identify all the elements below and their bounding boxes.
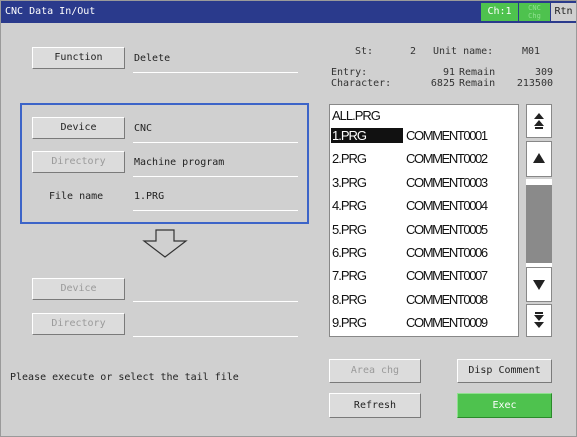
disp-comment-button[interactable]: Disp Comment [457,359,552,383]
file-comment-cell: COMMENT0006 [406,245,488,260]
file-comment-cell: COMMENT0007 [406,268,488,284]
file-comment-cell: COMMENT0004 [406,198,488,214]
source-directory-underline [133,176,298,177]
entry-remain-value: 309 [534,67,553,78]
file-name-cell: 1.PRG [331,128,403,143]
function-underline [133,72,298,73]
file-name-cell: 9.PRG [332,315,367,331]
file-comment-cell: COMMENT0003 [406,174,488,190]
up-arrow-icon [533,153,545,163]
file-comment-cell: COMMENT0002 [406,151,488,167]
scroll-thumb[interactable] [526,185,552,263]
scroll-page-up-button[interactable] [526,104,552,138]
source-directory-button[interactable]: Directory [32,151,125,173]
title-bar: CNC Data In/Out Ch:1 CNC Chg Rtn [1,1,576,23]
file-list-row[interactable]: 2.PRG COMMENT0002 [330,149,518,169]
entry-value: 91 [442,67,455,78]
unit-name-label: Unit name: [433,46,494,57]
st-label: St: [355,46,374,57]
file-list-row[interactable]: 3.PRG COMMENT0003 [330,173,518,193]
file-name-cell: 7.PRG [332,268,367,284]
source-device-value: CNC [134,123,153,134]
file-comment-cell: COMMENT0008 [406,291,488,307]
function-value: Delete [134,53,171,64]
file-name-cell: 2.PRG [332,151,367,167]
cnc-data-in-out-screen: CNC Data In/Out Ch:1 CNC Chg Rtn Functio… [0,0,577,437]
return-button[interactable]: Rtn [551,3,576,21]
scroll-up-button[interactable] [526,141,552,177]
file-list-row[interactable]: 6.PRG COMMENT0006 [330,243,518,263]
file-name-cell: 6.PRG [332,245,367,260]
exec-button[interactable]: Exec [457,393,552,418]
channel-button[interactable]: Ch:1 [481,3,518,21]
cnc-chg-line1: CNC [528,4,541,12]
character-value: 6825 [430,78,455,89]
file-list-row[interactable]: 7.PRG COMMENT0007 [330,266,518,286]
file-name-underline [133,210,298,211]
area-chg-button[interactable]: Area chg [329,359,421,383]
cnc-chg-line2: Chg [528,12,541,20]
dest-device-underline [133,301,298,302]
double-down-arrow-icon [534,312,544,328]
source-device-button[interactable]: Device [32,117,125,139]
file-list[interactable]: ALL.PRG 1.PRG COMMENT0001 2.PRG COMMENT0002… [329,104,519,337]
character-remain-label: Remain [459,78,496,89]
file-comment-cell: COMMENT0005 [406,221,488,237]
st-value: 2 [410,46,417,57]
file-list-row[interactable]: 9.PRG COMMENT0009 [330,313,518,333]
scroll-page-down-button[interactable] [526,304,552,337]
file-name-cell: 4.PRG [332,198,367,214]
file-comment-cell: COMMENT0009 [406,315,488,331]
file-name-label: File name [49,191,104,202]
character-label: Character: [331,78,392,89]
file-list-scrollbar[interactable] [526,104,552,337]
character-remain-value: 213500 [516,78,553,89]
dest-directory-underline [133,336,298,337]
down-arrow-icon [142,229,188,258]
source-directory-value: Machine program [134,157,225,168]
file-list-row[interactable]: 1.PRG COMMENT0001 [330,126,518,146]
file-list-row[interactable]: 8.PRG COMMENT0008 [330,290,518,310]
dest-device-button[interactable]: Device [32,278,125,300]
status-message: Please execute or select the tail file [10,372,239,383]
file-list-row[interactable]: 5.PRG COMMENT0005 [330,220,518,240]
cnc-chg-button[interactable]: CNC Chg [519,3,550,21]
source-device-underline [133,142,298,143]
file-name-cell: 8.PRG [332,291,367,307]
dest-directory-button[interactable]: Directory [32,313,125,335]
file-name-cell: 5.PRG [332,221,367,237]
scroll-down-button[interactable] [526,267,552,302]
file-list-header-label: ALL.PRG [332,108,381,123]
unit-name-value: M01 [522,46,541,57]
entry-label: Entry: [331,67,368,78]
screen-title: CNC Data In/Out [5,6,96,17]
double-up-arrow-icon [534,113,544,129]
function-button[interactable]: Function [32,47,125,69]
entry-remain-label: Remain [459,67,496,78]
refresh-button[interactable]: Refresh [329,393,421,418]
file-name-value: 1.PRG [134,191,165,202]
file-comment-cell: COMMENT0001 [406,128,488,143]
down-arrow-icon [533,280,545,290]
file-list-row[interactable]: 4.PRG COMMENT0004 [330,196,518,216]
file-list-header[interactable]: ALL.PRG [330,106,518,126]
file-name-cell: 3.PRG [332,174,367,190]
